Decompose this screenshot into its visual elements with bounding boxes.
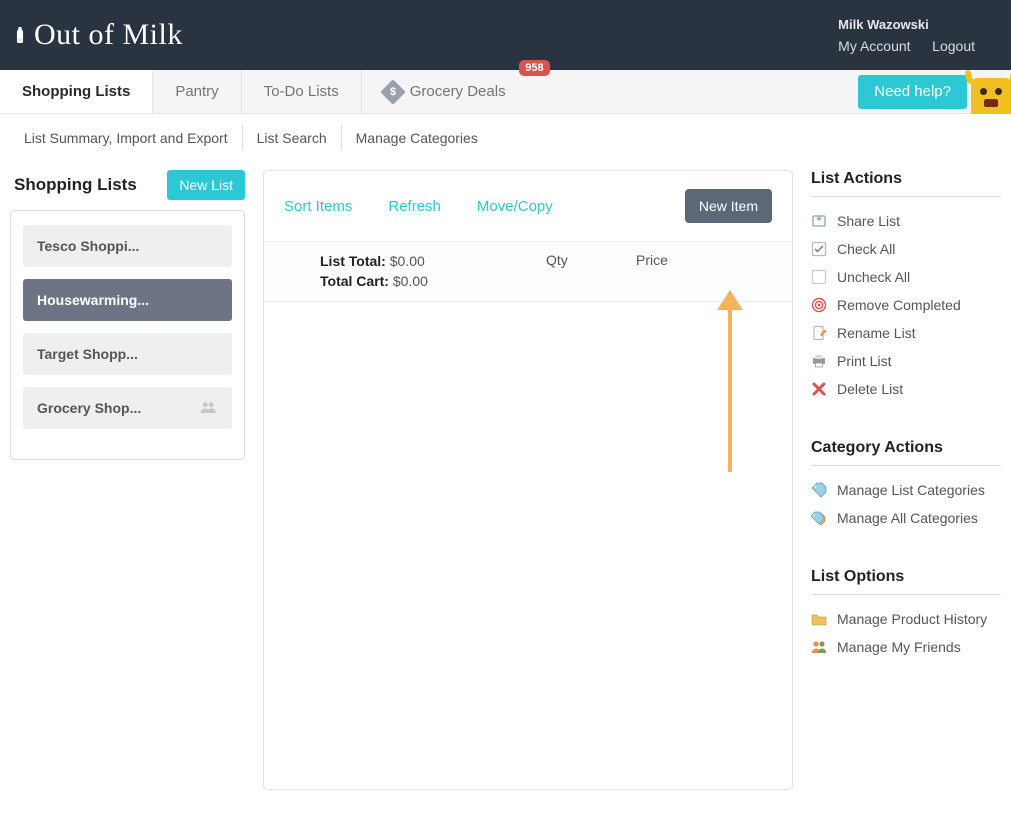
- subnav-manage-categories[interactable]: Manage Categories: [342, 126, 492, 150]
- total-cart-value: $0.00: [393, 273, 428, 289]
- action-label: Remove Completed: [837, 297, 961, 313]
- sub-nav: List Summary, Import and Export List Sea…: [0, 114, 1011, 160]
- share-list-action[interactable]: Share List: [811, 207, 1001, 235]
- list-actions-section: List Actions Share List Check All Unchec…: [811, 170, 1001, 403]
- subnav-search[interactable]: List Search: [243, 126, 342, 150]
- list-item-label: Grocery Shop...: [37, 400, 141, 416]
- list-item-label: Target Shopp...: [37, 346, 138, 362]
- checkbox-empty-icon: [811, 269, 827, 285]
- brand-logo[interactable]: Out of Milk: [12, 18, 183, 52]
- milk-bottle-icon: [12, 27, 28, 43]
- action-label: Manage Product History: [837, 611, 987, 627]
- brand-text: Out of Milk: [34, 18, 183, 52]
- list-panel: Sort Items Refresh Move/Copy New Item Li…: [263, 170, 793, 790]
- remove-completed-action[interactable]: Remove Completed: [811, 291, 1001, 319]
- action-label: Uncheck All: [837, 269, 910, 285]
- delete-x-icon: [811, 381, 827, 397]
- uncheck-all-action[interactable]: Uncheck All: [811, 263, 1001, 291]
- lists-container: Tesco Shoppi... Housewarming... Target S…: [10, 210, 245, 460]
- nav-tab-grocery-deals[interactable]: Grocery Deals 958: [362, 70, 536, 113]
- rename-list-action[interactable]: Rename List: [811, 319, 1001, 347]
- tags-multi-icon: [811, 510, 827, 526]
- nav-tab-label: Grocery Deals: [410, 83, 506, 100]
- section-title: List Options: [811, 568, 1001, 595]
- refresh-link[interactable]: Refresh: [388, 198, 441, 215]
- list-item[interactable]: Housewarming...: [23, 279, 232, 321]
- deals-badge: 958: [519, 60, 549, 76]
- list-item-label: Housewarming...: [37, 292, 149, 308]
- logout-link[interactable]: Logout: [932, 38, 975, 54]
- print-list-action[interactable]: Print List: [811, 347, 1001, 375]
- list-toolbar: Sort Items Refresh Move/Copy New Item: [264, 171, 792, 241]
- nav-tab-label: To-Do Lists: [264, 83, 339, 100]
- document-edit-icon: [811, 325, 827, 341]
- action-label: Share List: [837, 213, 900, 229]
- list-item[interactable]: Grocery Shop...: [23, 387, 232, 429]
- new-item-button[interactable]: New Item: [685, 189, 772, 223]
- lists-title: Shopping Lists: [14, 175, 137, 195]
- section-title: Category Actions: [811, 439, 1001, 466]
- action-label: Manage List Categories: [837, 482, 985, 498]
- action-label: Delete List: [837, 381, 903, 397]
- mascot-icon: [971, 78, 1011, 114]
- list-item-label: Tesco Shoppi...: [37, 238, 139, 254]
- main-nav: Shopping Lists Pantry To-Do Lists Grocer…: [0, 70, 1011, 114]
- checkbox-checked-icon: [811, 241, 827, 257]
- move-copy-link[interactable]: Move/Copy: [477, 198, 553, 215]
- left-sidebar: Shopping Lists New List Tesco Shoppi... …: [10, 170, 245, 460]
- deals-icon: [380, 79, 405, 104]
- my-account-link[interactable]: My Account: [838, 38, 910, 54]
- folder-icon: [811, 611, 827, 627]
- right-sidebar: List Actions Share List Check All Unchec…: [811, 170, 1001, 697]
- list-options-section: List Options Manage Product History Mana…: [811, 568, 1001, 661]
- nav-tab-pantry[interactable]: Pantry: [153, 70, 241, 113]
- total-cart-label: Total Cart:: [320, 273, 389, 289]
- list-item[interactable]: Tesco Shoppi...: [23, 225, 232, 267]
- check-all-action[interactable]: Check All: [811, 235, 1001, 263]
- nav-tab-label: Pantry: [175, 83, 218, 100]
- manage-all-categories-action[interactable]: Manage All Categories: [811, 504, 1001, 532]
- need-help-button[interactable]: Need help?: [858, 75, 967, 109]
- new-list-button[interactable]: New List: [167, 170, 245, 200]
- share-icon: [811, 213, 827, 229]
- nav-tab-shopping-lists[interactable]: Shopping Lists: [0, 70, 153, 113]
- delete-list-action[interactable]: Delete List: [811, 375, 1001, 403]
- action-label: Print List: [837, 353, 891, 369]
- manage-product-history-action[interactable]: Manage Product History: [811, 605, 1001, 633]
- action-label: Manage My Friends: [837, 639, 961, 655]
- username: Milk Wazowski: [838, 17, 993, 32]
- nav-tab-label: Shopping Lists: [22, 83, 130, 100]
- manage-friends-action[interactable]: Manage My Friends: [811, 633, 1001, 661]
- list-header-row: List Total: $0.00 Total Cart: $0.00 Qty …: [264, 241, 792, 302]
- list-total-label: List Total:: [320, 253, 386, 269]
- list-total-value: $0.00: [390, 253, 425, 269]
- shared-icon: [200, 401, 218, 416]
- category-actions-section: Category Actions Manage List Categories …: [811, 439, 1001, 532]
- tags-icon: [811, 482, 827, 498]
- target-icon: [811, 297, 827, 313]
- action-label: Manage All Categories: [837, 510, 978, 526]
- subnav-summary[interactable]: List Summary, Import and Export: [10, 126, 243, 150]
- printer-icon: [811, 353, 827, 369]
- manage-list-categories-action[interactable]: Manage List Categories: [811, 476, 1001, 504]
- list-item[interactable]: Target Shopp...: [23, 333, 232, 375]
- top-header: Out of Milk Milk Wazowski My Account Log…: [0, 0, 1011, 70]
- account-area: Milk Wazowski My Account Logout: [838, 17, 993, 54]
- action-label: Check All: [837, 241, 895, 257]
- price-header: Price: [636, 252, 716, 291]
- sort-items-link[interactable]: Sort Items: [284, 198, 352, 215]
- qty-header: Qty: [546, 252, 636, 291]
- action-label: Rename List: [837, 325, 916, 341]
- nav-tab-todo[interactable]: To-Do Lists: [242, 70, 362, 113]
- section-title: List Actions: [811, 170, 1001, 197]
- people-icon: [811, 639, 827, 655]
